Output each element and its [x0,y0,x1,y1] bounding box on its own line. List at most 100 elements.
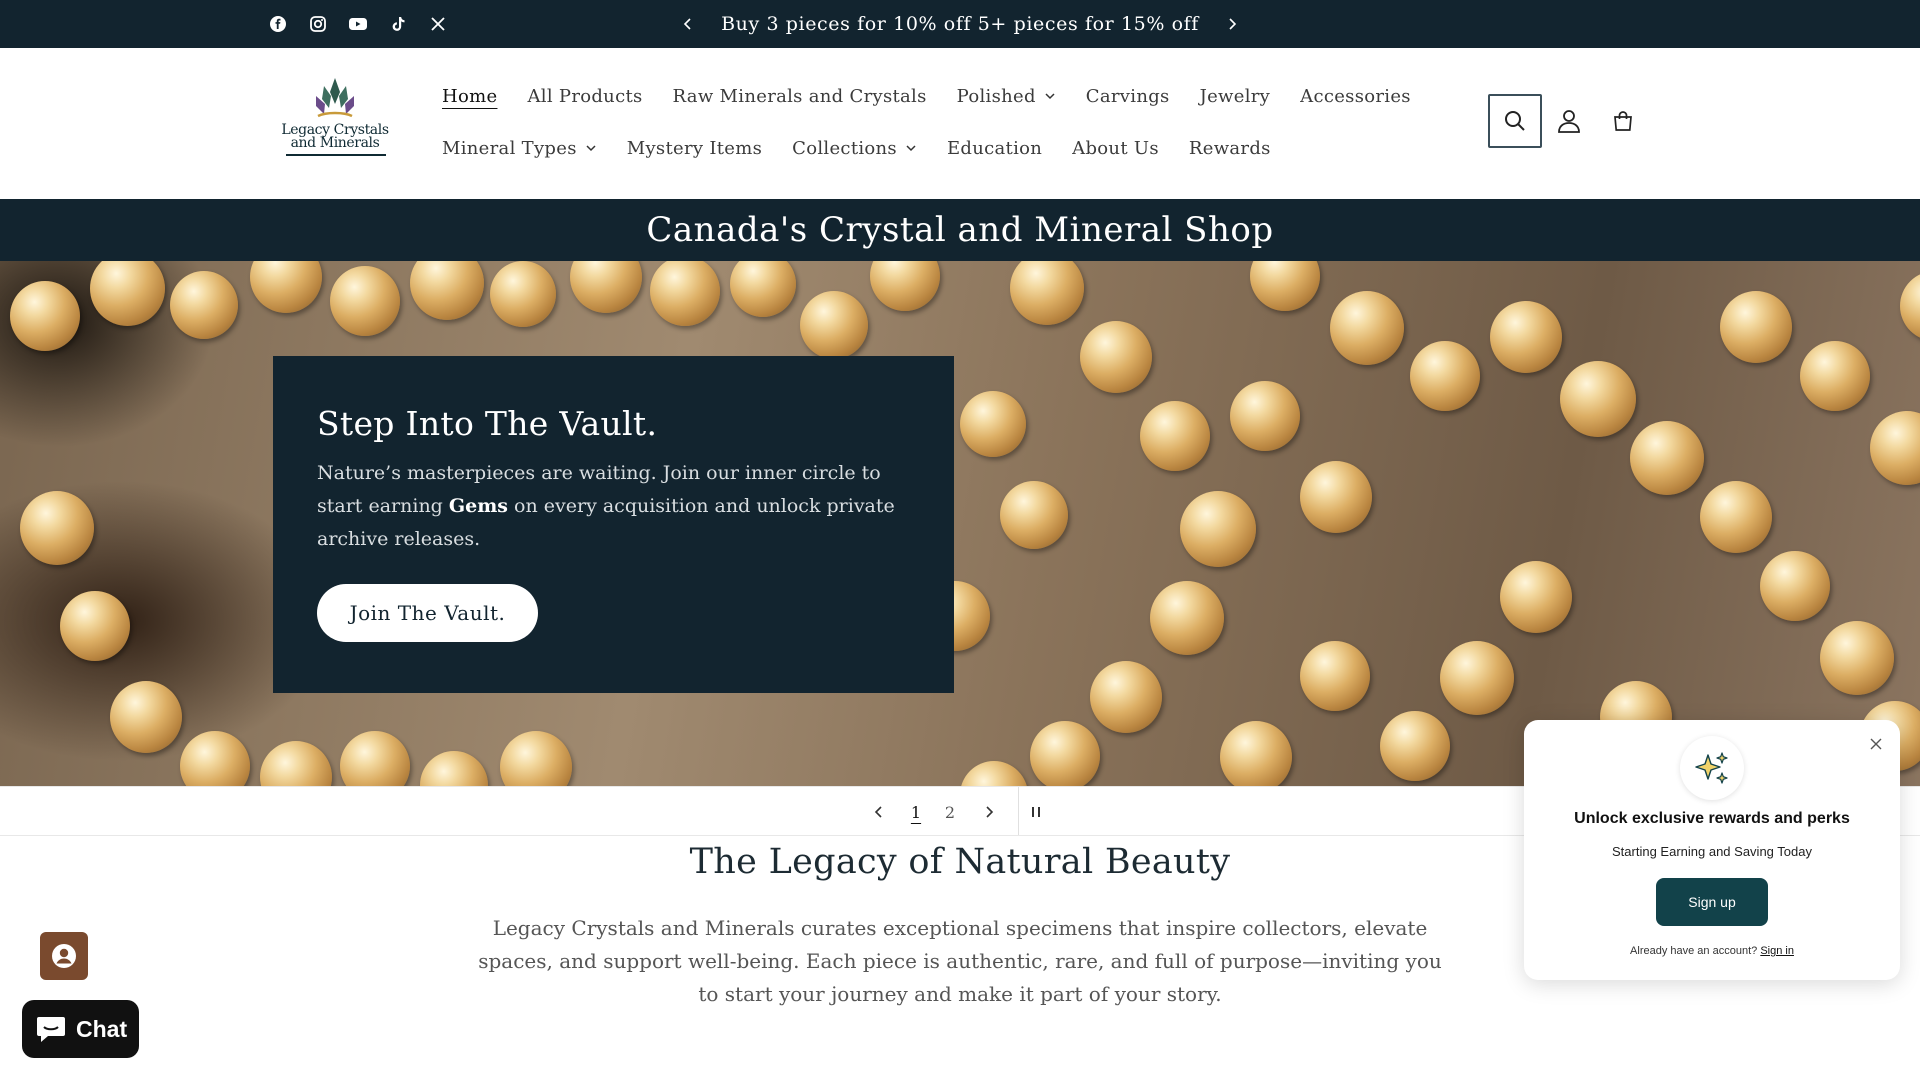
nav-row-secondary: Mineral Types Mystery Items Collections Edu… [442,134,1286,162]
vault-title: Step Into The Vault. [317,404,658,443]
close-icon [1870,738,1882,750]
hero-bead [1030,721,1100,786]
hero-bead [650,261,720,326]
chevron-down-icon [1044,90,1056,102]
hero-bead [180,731,250,786]
hero-bead [1330,291,1404,365]
join-vault-button[interactable]: Join The Vault. [317,584,538,642]
popup-subtitle: Starting Earning and Saving Today [1612,844,1812,859]
slide-dot-2[interactable]: 2 [940,799,960,825]
hero-bead [410,261,484,320]
hero-bead [1180,491,1256,567]
hero-bead [1410,341,1480,411]
slide-next-button[interactable] [978,799,1000,825]
slide-dot-1[interactable]: 1 [906,799,926,825]
hero-bead [1150,581,1224,655]
hero-bead [1630,421,1704,495]
hero-bead [1140,401,1210,471]
x-icon[interactable] [428,14,448,34]
hero-bead [1440,641,1514,715]
hero-bead [90,261,165,326]
nav-item-education[interactable]: Education [932,134,1057,162]
nav-item-accessories[interactable]: Accessories [1285,82,1426,110]
announcement-prev-button[interactable] [676,12,700,36]
nav-label: Raw Minerals and Crystals [672,85,927,107]
hero-bead [420,751,488,786]
instagram-icon[interactable] [308,14,328,34]
nav-label: About Us [1072,137,1159,159]
hero-bead [570,261,642,313]
search-button[interactable] [1488,94,1542,148]
hero-bead [1720,291,1792,363]
hero-bead [490,261,556,327]
announcement-message: Buy 3 pieces for 10% off 5+ pieces for 1… [721,13,1199,35]
user-icon [1558,110,1580,133]
announcement-bar: Buy 3 pieces for 10% off 5+ pieces for 1… [0,0,1920,48]
hero-bead [250,261,322,313]
hero-bead [800,291,868,359]
youtube-icon[interactable] [348,14,368,34]
nav-item-about-us[interactable]: About Us [1057,134,1174,162]
hero-bead [260,741,332,786]
hero-bead [960,391,1026,457]
hero-bead [1250,261,1320,311]
cart-button[interactable] [1596,94,1650,148]
pause-icon [1032,807,1040,817]
hero-bead [1380,711,1450,781]
nav-item-jewelry[interactable]: Jewelry [1185,82,1286,110]
nav-item-mystery-items[interactable]: Mystery Items [612,134,777,162]
facebook-icon[interactable] [268,14,288,34]
nav-item-raw-minerals-and-crystals[interactable]: Raw Minerals and Crystals [658,82,942,110]
slide-prev-button[interactable] [868,799,890,825]
hero-bead [340,731,410,786]
nav-item-home[interactable]: Home [442,82,512,110]
hero-bead [1560,361,1636,437]
chat-bubble-icon [37,1017,65,1042]
hero-bead [1000,481,1068,549]
popup-title: Unlock exclusive rewards and perks [1574,810,1850,827]
account-button[interactable] [1542,94,1596,148]
nav-label: Education [946,137,1043,159]
nav-row-primary: Home All Products Raw Minerals and Crystal… [442,82,1426,110]
hero-bead [1080,321,1152,393]
nav-label: Accessories [1300,85,1411,107]
hero-bead [1300,641,1370,711]
hero-bead [1870,411,1920,485]
hero-bead [1230,381,1300,451]
rewards-popup: Unlock exclusive rewards and perks Start… [1524,720,1900,980]
slider-divider [1018,787,1019,835]
hero-bead [960,761,1028,786]
hero-bead [1800,341,1870,411]
chat-label: Chat [76,1015,128,1042]
site-logo[interactable]: Legacy Crystals and Minerals [281,76,389,172]
account-widget-button[interactable] [40,932,88,980]
signin-link[interactable]: Sign in [1760,945,1794,957]
hero-bead [1900,271,1920,341]
slide-pause-button[interactable] [1025,799,1047,825]
nav-item-collections[interactable]: Collections [777,134,932,162]
hero-bead [1010,261,1084,325]
nav-item-polished[interactable]: Polished [942,82,1071,110]
hero-bead [1500,561,1572,633]
crystal-logo-icon [316,78,354,118]
nav-item-carvings[interactable]: Carvings [1071,82,1185,110]
chat-button[interactable]: Chat [22,1000,139,1058]
vault-promo-card: Step Into The Vault. Nature’s masterpiec… [273,356,954,693]
site-header: Legacy Crystals and Minerals Home All Pro… [0,48,1920,199]
hero-bead [110,681,182,753]
tiktok-icon[interactable] [388,14,408,34]
nav-item-mineral-types[interactable]: Mineral Types [442,134,612,162]
social-links [268,14,448,34]
popup-close-button[interactable] [1868,736,1884,752]
signup-button[interactable]: Sign up [1656,878,1768,926]
nav-label: Home [442,85,498,107]
user-circle-icon [52,944,76,968]
nav-label: Collections [792,137,897,159]
nav-item-rewards[interactable]: Rewards [1174,134,1286,162]
hero-bead [1220,721,1292,786]
vault-text-gems: Gems [448,495,509,517]
announcement-next-button[interactable] [1220,12,1244,36]
nav-item-all-products[interactable]: All Products [512,82,657,110]
nav-label: Jewelry [1199,85,1271,107]
hero-bead [170,271,238,339]
